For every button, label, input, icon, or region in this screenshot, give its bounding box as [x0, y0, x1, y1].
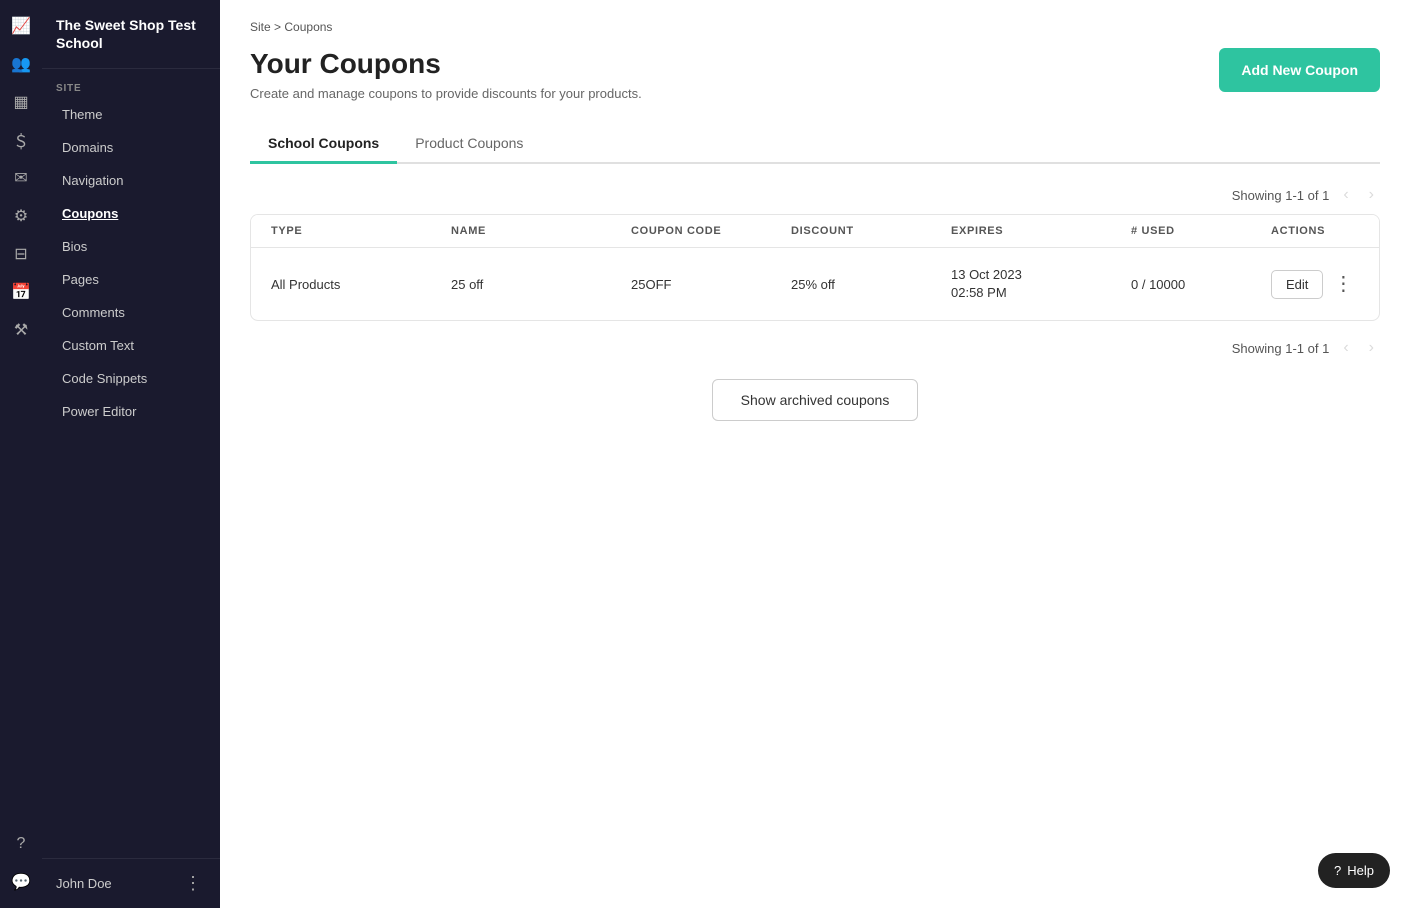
- tool-icon[interactable]: ⚒: [5, 314, 37, 346]
- dashboard-icon[interactable]: ▦: [5, 86, 37, 118]
- page-title: Your Coupons: [250, 48, 642, 80]
- help-icon: ?: [1334, 863, 1341, 878]
- tab-school-coupons[interactable]: School Coupons: [250, 125, 397, 164]
- user-name: John Doe: [56, 876, 112, 891]
- user-menu-button[interactable]: ⋮: [180, 871, 206, 896]
- sidebar-item-theme[interactable]: Theme: [48, 99, 214, 130]
- page-title-block: Your Coupons Create and manage coupons t…: [250, 48, 642, 101]
- breadcrumb: Site > Coupons: [250, 20, 1380, 34]
- icon-rail: 📈 👥 ▦ ＄ ✉ ⚙ ⊟ 📅 ⚒ ? 💬: [0, 0, 42, 908]
- mail-icon[interactable]: ✉: [5, 162, 37, 194]
- header-type: TYPE: [271, 225, 451, 237]
- sidebar: The Sweet Shop Test School SITE Theme Do…: [42, 0, 220, 908]
- table-header: TYPE NAME COUPON CODE DISCOUNT EXPIRES #…: [251, 215, 1379, 248]
- pagination-top-label: Showing 1-1 of 1: [1232, 188, 1330, 203]
- settings-icon[interactable]: ⚙: [5, 200, 37, 232]
- pagination-prev-bottom[interactable]: ‹: [1337, 337, 1354, 359]
- library-icon[interactable]: ⊟: [5, 238, 37, 270]
- page-header: Your Coupons Create and manage coupons t…: [250, 48, 1380, 101]
- cell-used: 0 / 10000: [1131, 277, 1271, 292]
- table-row: All Products 25 off 25OFF 25% off 13 Oct…: [251, 248, 1379, 320]
- header-discount: DISCOUNT: [791, 225, 951, 237]
- calendar-icon[interactable]: 📅: [5, 276, 37, 308]
- cell-discount: 25% off: [791, 277, 951, 292]
- more-options-button[interactable]: ⋮: [1329, 270, 1357, 298]
- sidebar-footer: John Doe ⋮: [42, 858, 220, 908]
- question-icon[interactable]: ?: [5, 828, 37, 860]
- cell-coupon-code: 25OFF: [631, 277, 791, 292]
- coupons-table: TYPE NAME COUPON CODE DISCOUNT EXPIRES #…: [250, 214, 1380, 321]
- activity-icon[interactable]: 📈: [5, 10, 37, 42]
- sidebar-section-site: SITE: [42, 69, 220, 98]
- header-coupon-code: COUPON CODE: [631, 225, 791, 237]
- edit-coupon-button[interactable]: Edit: [1271, 270, 1323, 299]
- help-button[interactable]: ? Help: [1318, 853, 1390, 888]
- sidebar-item-power-editor[interactable]: Power Editor: [48, 396, 214, 427]
- sidebar-item-pages[interactable]: Pages: [48, 264, 214, 295]
- cell-expires: 13 Oct 2023 02:58 PM: [951, 266, 1131, 302]
- pagination-top: Showing 1-1 of 1 ‹ ›: [250, 184, 1380, 206]
- sidebar-item-coupons[interactable]: Coupons: [48, 198, 214, 229]
- sidebar-item-domains[interactable]: Domains: [48, 132, 214, 163]
- cell-name: 25 off: [451, 277, 631, 292]
- school-name: The Sweet Shop Test School: [42, 0, 220, 69]
- header-actions: ACTIONS: [1271, 225, 1359, 237]
- cell-actions: Edit ⋮: [1271, 270, 1359, 299]
- main-content: Site > Coupons Your Coupons Create and m…: [220, 0, 1410, 908]
- chat-icon[interactable]: 💬: [5, 866, 37, 898]
- sidebar-item-code-snippets[interactable]: Code Snippets: [48, 363, 214, 394]
- pagination-bottom-label: Showing 1-1 of 1: [1232, 341, 1330, 356]
- header-used: # USED: [1131, 225, 1271, 237]
- pagination-next-top[interactable]: ›: [1363, 184, 1380, 206]
- sidebar-item-bios[interactable]: Bios: [48, 231, 214, 262]
- pagination-next-bottom[interactable]: ›: [1363, 337, 1380, 359]
- users-icon[interactable]: 👥: [5, 48, 37, 80]
- cell-type: All Products: [271, 277, 451, 292]
- dollar-icon[interactable]: ＄: [5, 124, 37, 156]
- page-subtitle: Create and manage coupons to provide dis…: [250, 86, 642, 101]
- sidebar-item-custom-text[interactable]: Custom Text: [48, 330, 214, 361]
- tab-product-coupons[interactable]: Product Coupons: [397, 125, 541, 164]
- pagination-prev-top[interactable]: ‹: [1337, 184, 1354, 206]
- pagination-bottom: Showing 1-1 of 1 ‹ ›: [250, 337, 1380, 359]
- show-archived-button[interactable]: Show archived coupons: [712, 379, 919, 421]
- sidebar-item-comments[interactable]: Comments: [48, 297, 214, 328]
- header-name: NAME: [451, 225, 631, 237]
- add-coupon-button[interactable]: Add New Coupon: [1219, 48, 1380, 92]
- coupon-tabs: School Coupons Product Coupons: [250, 125, 1380, 164]
- header-expires: EXPIRES: [951, 225, 1131, 237]
- sidebar-item-navigation[interactable]: Navigation: [48, 165, 214, 196]
